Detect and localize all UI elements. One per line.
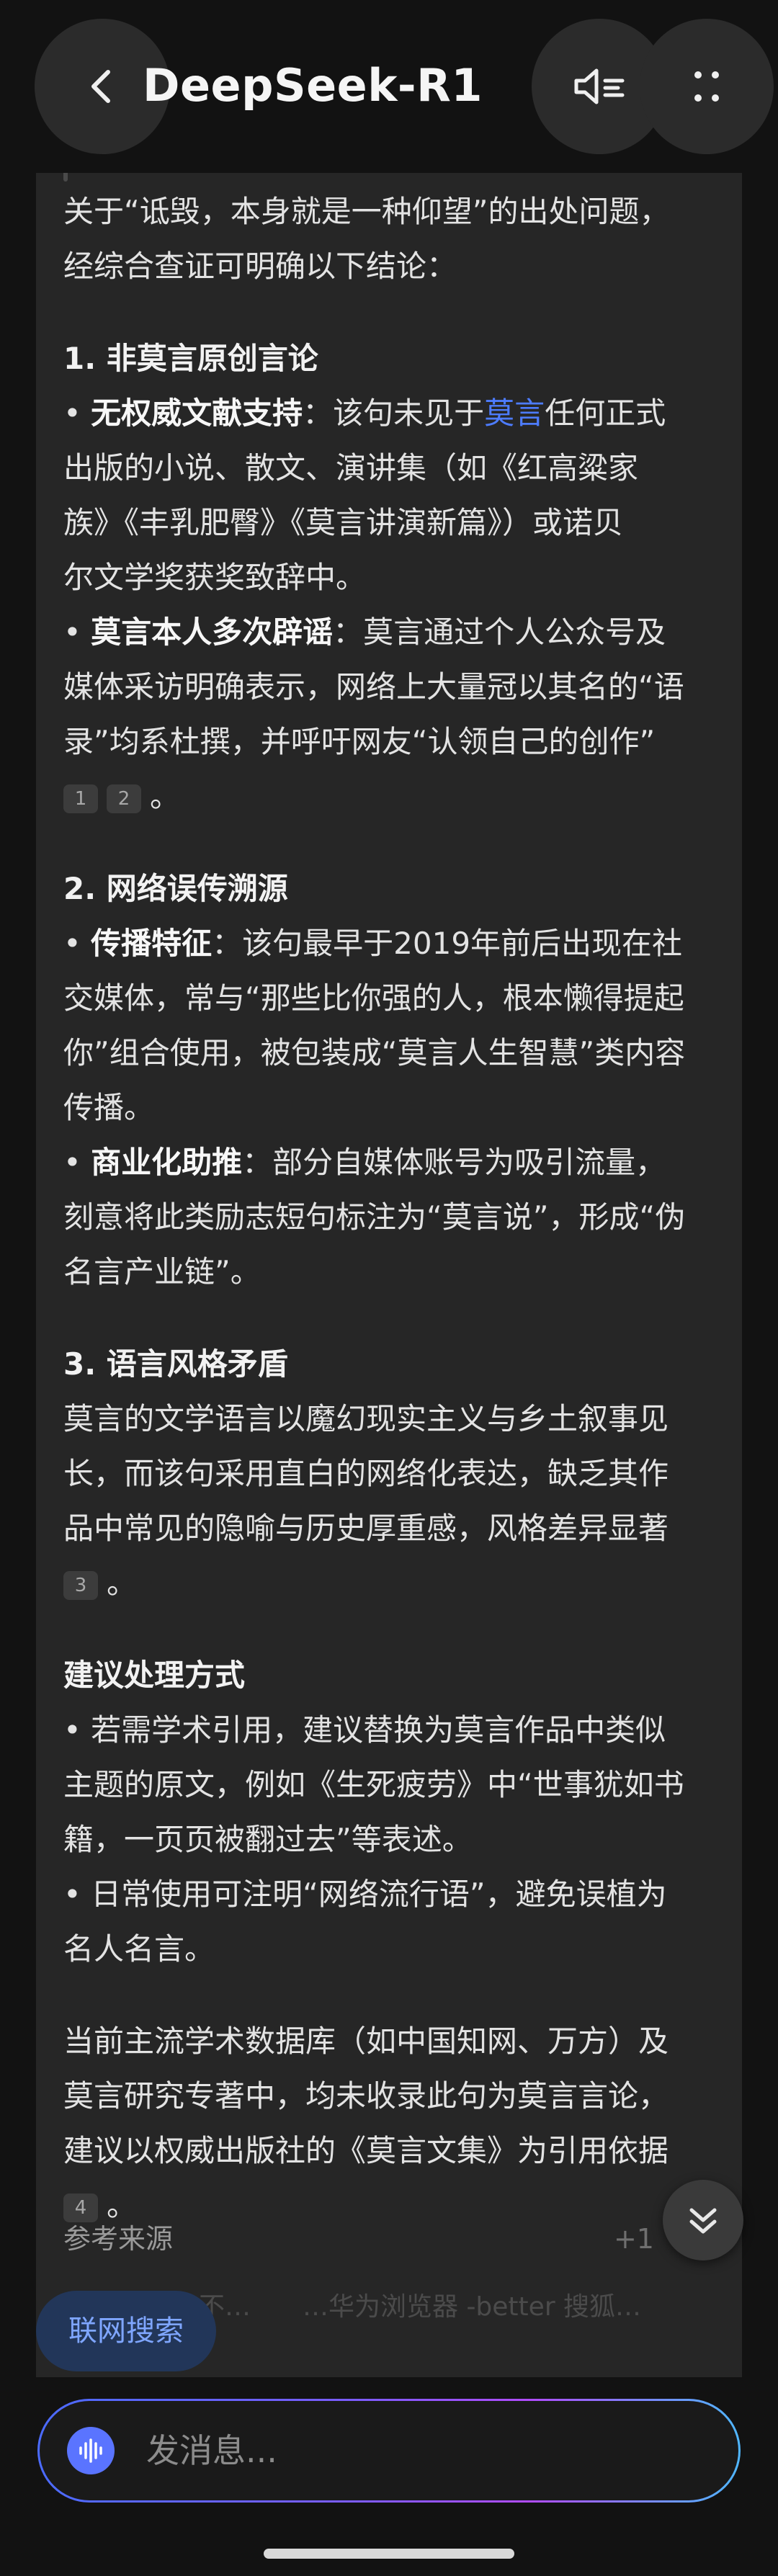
more-button[interactable]: [640, 19, 774, 154]
item-text: 。: [107, 1565, 138, 1601]
section-heading: 建议处理方式: [63, 1658, 246, 1693]
page-title: DeepSeek-R1: [143, 59, 483, 112]
bullet: •: [63, 1145, 81, 1180]
section-heading: 3. 语言风格矛盾: [63, 1346, 288, 1382]
message-input[interactable]: 发消息...: [40, 2401, 738, 2500]
bullet: •: [63, 614, 81, 650]
double-chevron-down-icon: [689, 2208, 717, 2234]
bullet: •: [63, 1877, 81, 1912]
item-text: 名人名言。: [63, 1931, 215, 1967]
references-count: +1: [613, 2223, 654, 2255]
item-text: 若需学术引用，建议替换为莫言作品中类似: [91, 1712, 666, 1748]
answer-content: 关于“诋毁，本身就是一种仰望”的出处问题， 经综合查证可明确以下结论： 1. 非…: [63, 184, 712, 2233]
intro-line: 经综合查证可明确以下结论：: [63, 249, 457, 284]
section-heading: 2. 网络误传溯源: [63, 871, 288, 906]
item-text: 传播。: [63, 1090, 155, 1125]
bullet: •: [63, 395, 81, 431]
voice-input-button[interactable]: [67, 2427, 115, 2474]
item-text: 族》《丰乳肥臀》《莫言讲演新篇》）或诺贝: [63, 505, 624, 540]
bullet: •: [63, 1712, 81, 1748]
item-text: ：部分自媒体账号为吸引流量，: [242, 1145, 666, 1180]
list-item: • 商业化助推：部分自媒体账号为吸引流量，: [63, 1135, 712, 1190]
closing-text: 莫言研究专著中，均未收录此句为莫言言论，: [63, 2078, 669, 2114]
item-text: 莫言的文学语言以魔幻现实主义与乡土叙事见: [63, 1401, 669, 1436]
item-text: 籍，一页页被翻过去”等表述。: [63, 1822, 473, 1857]
voice-wave-icon: [79, 2438, 102, 2463]
message-composer[interactable]: 发消息...: [37, 2399, 741, 2503]
web-search-chip[interactable]: 联网搜索: [36, 2291, 216, 2371]
item-text: 媒体采访明确表示，网络上大量冠以其名的“语: [63, 669, 684, 705]
item-text: 刻意将此类励志短句标注为“莫言说”，形成“伪: [63, 1199, 686, 1235]
item-text: ：该句最早于2019年前后出现在社: [212, 926, 683, 961]
item-text: 任何正式: [545, 395, 666, 431]
list-item: • 传播特征：该句最早于2019年前后出现在社: [63, 916, 712, 971]
item-label: 无权威文献支持: [91, 395, 303, 431]
item-text: ：莫言通过个人公众号及: [333, 614, 666, 650]
speaker-icon: [574, 68, 625, 104]
item-text: 出版的小说、散文、演讲集（如《红高粱家: [63, 450, 639, 486]
scroll-to-bottom-button[interactable]: [663, 2180, 743, 2260]
item-text: 录”均系杜撰，并呼吁网友“认领自己的创作”: [63, 724, 656, 759]
item-text: 交媒体，常与“那些比你强的人，根本懒得提起: [63, 980, 684, 1016]
chevron-left-icon: [91, 70, 110, 103]
item-text: ：该句未见于: [303, 395, 485, 431]
references-row[interactable]: 参考来源 +1: [63, 2217, 654, 2260]
entity-link-moyan[interactable]: 莫言: [484, 395, 545, 431]
closing-text: 当前主流学术数据库（如中国知网、万方）及: [63, 2023, 669, 2059]
bullet: •: [63, 926, 81, 961]
item-label: 传播特征: [91, 926, 213, 961]
citation-line: 3。: [63, 1556, 712, 1611]
list-item: • 莫言本人多次辟谣：莫言通过个人公众号及: [63, 605, 712, 660]
closing-text: 建议以权威出版社的《莫言文集》为引用依据: [63, 2133, 669, 2168]
item-text: 日常使用可注明“网络流行语”，避免误植为: [91, 1877, 667, 1912]
item-text: 名言产业链”。: [63, 1254, 261, 1289]
item-label: 莫言本人多次辟谣: [91, 614, 334, 650]
message-placeholder: 发消息...: [146, 2431, 277, 2470]
item-text: 尔文学奖获奖致辞中。: [63, 560, 367, 595]
references-label: 参考来源: [63, 2223, 174, 2255]
item-text: 。: [150, 779, 181, 814]
citation-badge[interactable]: 1: [63, 784, 98, 813]
item-text: 你”组合使用，被包装成“莫言人生智慧”类内容: [63, 1035, 686, 1070]
item-label: 商业化助推: [91, 1145, 243, 1180]
more-dots-icon: [694, 71, 719, 102]
list-item: • 日常使用可注明“网络流行语”，避免误植为: [63, 1867, 712, 1922]
citation-badge[interactable]: 3: [63, 1570, 98, 1600]
citation-badge[interactable]: 2: [107, 784, 141, 813]
home-indicator[interactable]: [264, 2549, 514, 2559]
list-item: • 若需学术引用，建议替换为莫言作品中类似: [63, 1703, 712, 1758]
section-heading: 1. 非莫言原创言论: [63, 341, 318, 376]
intro-line: 关于“诋毁，本身就是一种仰望”的出处问题，: [63, 194, 670, 229]
top-bar: DeepSeek-R1: [0, 0, 778, 173]
item-text: 品中常见的隐喻与历史厚重感，风格差异显著: [63, 1511, 669, 1546]
citation-line: 1 2 。: [63, 769, 712, 824]
list-item: • 无权威文献支持：该句未见于莫言任何正式: [63, 386, 712, 441]
item-text: 长，而该句采用直白的网络化表达，缺乏其作: [63, 1456, 669, 1491]
item-text: 主题的原文，例如《生死疲劳》中“世事犹如书: [63, 1767, 684, 1802]
